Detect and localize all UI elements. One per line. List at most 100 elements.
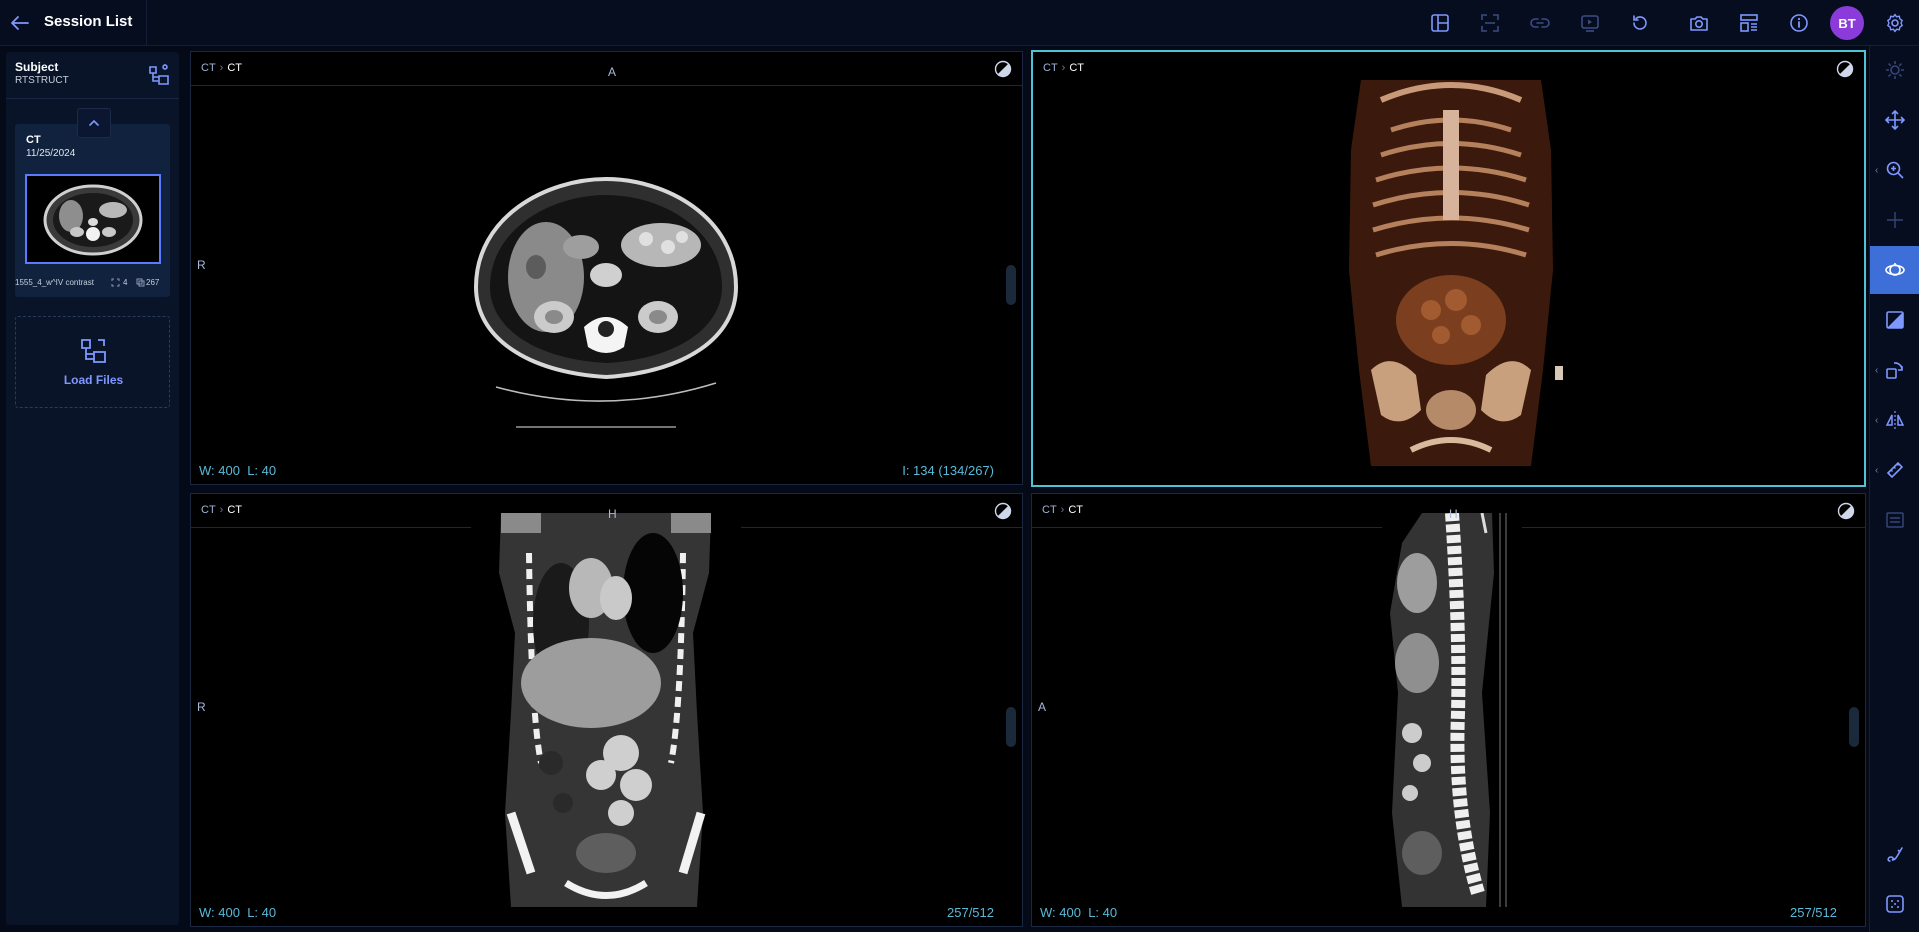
- orientation-left: R: [197, 700, 206, 714]
- zoom-in-icon: [1886, 161, 1904, 179]
- window-level-tool[interactable]: [1870, 46, 1919, 94]
- orientation-top: A: [608, 65, 617, 79]
- contrast-icon[interactable]: [994, 60, 1012, 78]
- series-modality: CT: [26, 134, 41, 146]
- capture-button[interactable]: [1686, 10, 1712, 36]
- info-button[interactable]: [1786, 10, 1812, 36]
- load-files-icon: [81, 339, 106, 363]
- subject-name: Subject: [15, 60, 59, 74]
- gear-icon: [1887, 13, 1903, 33]
- image-index: I: 134 (134/267): [902, 463, 994, 478]
- capture-region-tool[interactable]: [1870, 496, 1919, 544]
- chevron-left-icon: ‹: [1875, 165, 1879, 176]
- chevron-left-icon: ‹: [1875, 365, 1879, 376]
- series-date: 11/25/2024: [26, 148, 76, 159]
- move-arrows-icon: [1884, 109, 1906, 131]
- grid-tool[interactable]: [1870, 880, 1919, 928]
- study-browser-panel: Subject RTSTRUCT CT 11/25/2024 1555_4_w^…: [6, 52, 179, 925]
- collapse-series-button[interactable]: [77, 108, 111, 138]
- orientation-top: H: [1449, 507, 1458, 521]
- sagittal-ct-image: [1382, 513, 1522, 907]
- crosshair-icon: [1887, 212, 1903, 228]
- info-icon: [1790, 14, 1808, 32]
- subject-info: Subject RTSTRUCT: [15, 60, 69, 86]
- frame-corners-icon: [1481, 14, 1499, 32]
- subject-modality: RTSTRUCT: [15, 75, 69, 86]
- breadcrumb-parent[interactable]: CT: [1042, 504, 1057, 516]
- viewport-coronal[interactable]: CT › CT H R W: 400 L: 40 257/512: [190, 493, 1023, 927]
- crosshair-frame-button[interactable]: [1477, 10, 1503, 36]
- orientation-left: R: [197, 258, 206, 272]
- reset-button[interactable]: [1627, 10, 1653, 36]
- segmentation-tool[interactable]: [1870, 830, 1919, 878]
- viewport-scrollbar[interactable]: [1006, 707, 1016, 747]
- window-level-readout: W: 400 L: 40: [199, 905, 276, 920]
- viewport-sagittal[interactable]: CT › CT H A W: 400 L: 40 257/512: [1031, 493, 1866, 927]
- camera-icon: [1690, 16, 1708, 31]
- image-index: 257/512: [1790, 905, 1837, 920]
- series-thumbnail[interactable]: [25, 174, 161, 264]
- image-contrast-icon: [1886, 311, 1904, 329]
- rotate-square-icon: [1886, 362, 1903, 379]
- grid-dots-icon: [1886, 895, 1904, 913]
- contrast-presets-tool[interactable]: [1870, 296, 1919, 344]
- brush-icon: [1887, 847, 1903, 862]
- viewport-scrollbar[interactable]: [1849, 707, 1859, 747]
- cine-button[interactable]: [1577, 10, 1603, 36]
- pan-tool[interactable]: [1870, 96, 1919, 144]
- chevron-left-icon: ‹: [1875, 465, 1879, 476]
- series-image-count: 267: [146, 278, 160, 287]
- viewport-breadcrumb: CT › CT: [201, 62, 243, 74]
- window-value: W: 400: [199, 905, 240, 920]
- series-structure-count: 4: [123, 278, 128, 287]
- zoom-tool[interactable]: ‹: [1870, 146, 1919, 194]
- monitor-play-icon: [1581, 15, 1599, 32]
- level-value: L: 40: [247, 463, 277, 478]
- rotate-3d-tool[interactable]: [1870, 246, 1919, 294]
- chevron-up-icon: [89, 119, 99, 126]
- contrast-icon[interactable]: [994, 502, 1012, 520]
- window-level-readout: W: 400 L: 40: [1040, 905, 1117, 920]
- breadcrumb-parent[interactable]: CT: [1043, 62, 1058, 74]
- panel-divider: [6, 98, 179, 99]
- load-files-label: Load Files: [63, 373, 124, 387]
- contrast-icon[interactable]: [1837, 502, 1855, 520]
- series-description: 1555_4_w^IV contrast: [15, 278, 94, 287]
- flip-tool[interactable]: ‹: [1870, 396, 1919, 444]
- axial-ct-image: [473, 176, 739, 428]
- image-index: 257/512: [947, 905, 994, 920]
- breadcrumb-current: CT: [227, 62, 243, 74]
- viewport-scrollbar[interactable]: [1006, 265, 1016, 305]
- breadcrumb-parent[interactable]: CT: [201, 62, 216, 74]
- measure-tool[interactable]: ‹: [1870, 446, 1919, 494]
- page-title[interactable]: Session List: [44, 13, 132, 30]
- back-button[interactable]: [8, 12, 32, 34]
- orientation-top: H: [608, 507, 617, 521]
- orientation-left: A: [1038, 700, 1047, 714]
- crosshairs-tool[interactable]: [1870, 196, 1919, 244]
- rotate-tool[interactable]: ‹: [1870, 346, 1919, 394]
- ruler-icon: [1886, 461, 1904, 479]
- viewport-breadcrumb: CT › CT: [1043, 62, 1085, 74]
- viewport-3d[interactable]: CT › CT: [1031, 50, 1866, 487]
- series-card[interactable]: CT 11/25/2024 1555_4_w^IV contrast 4 267: [15, 124, 170, 297]
- series-tree-icon[interactable]: [147, 63, 171, 87]
- orbit-3d-icon: [1885, 263, 1905, 276]
- layout-button[interactable]: [1427, 10, 1453, 36]
- link-button[interactable]: [1527, 10, 1553, 36]
- viewport-header: CT › CT: [191, 52, 1022, 86]
- breadcrumb-current: CT: [227, 504, 243, 516]
- link-icon: [1530, 18, 1550, 28]
- viewport-axial[interactable]: CT › CT A R W: 400 L: 40 I: 134 (134/267): [190, 51, 1023, 485]
- settings-button[interactable]: [1882, 10, 1908, 36]
- contrast-icon[interactable]: [1836, 60, 1854, 78]
- user-avatar[interactable]: BT: [1830, 6, 1864, 40]
- load-files-button[interactable]: Load Files: [15, 316, 170, 408]
- top-bar: Session List BT: [0, 0, 1919, 46]
- viewport-breadcrumb: CT › CT: [201, 504, 243, 516]
- coronal-ct-image: [471, 513, 741, 907]
- panels-button[interactable]: [1736, 10, 1762, 36]
- reset-rotate-icon: [1633, 15, 1647, 30]
- chevron-left-icon: ‹: [1875, 415, 1879, 426]
- breadcrumb-parent[interactable]: CT: [201, 504, 216, 516]
